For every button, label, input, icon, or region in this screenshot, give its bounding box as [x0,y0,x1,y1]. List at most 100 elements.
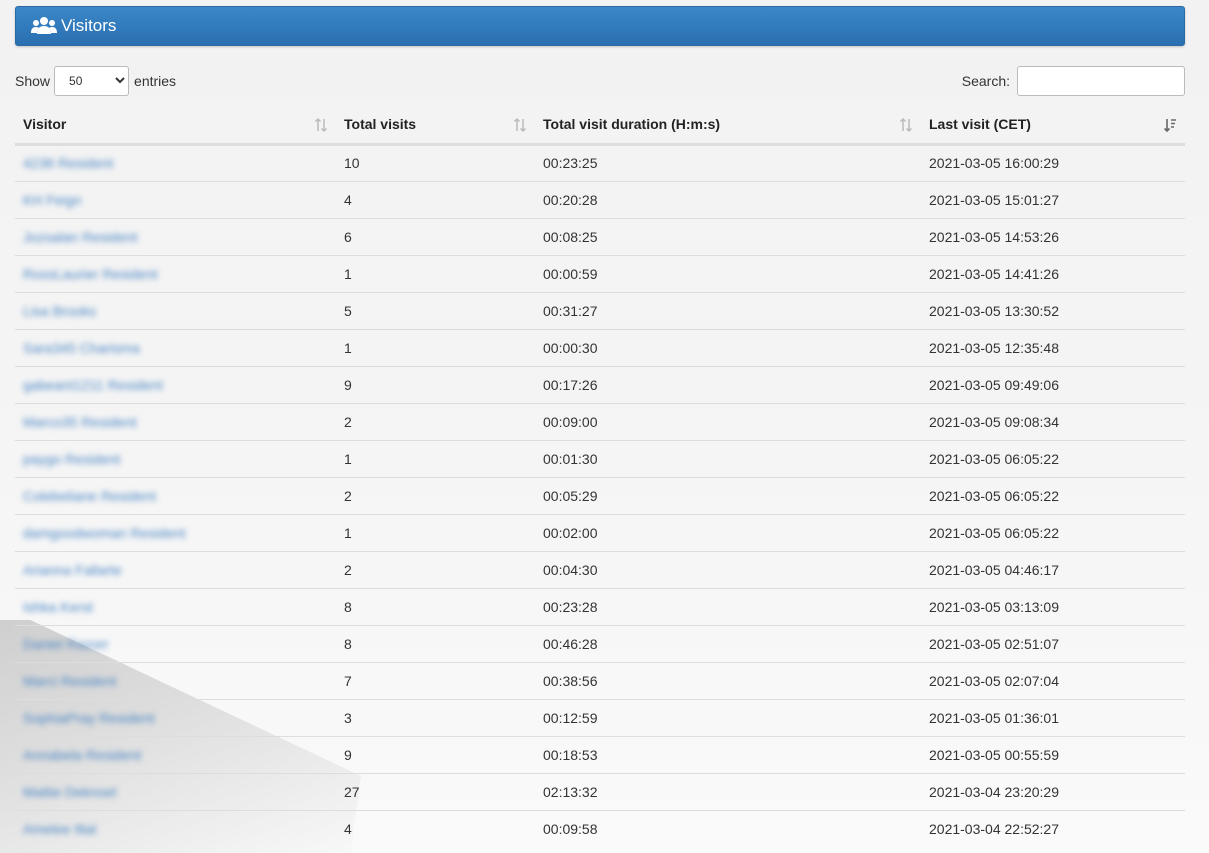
total-visits-cell: 27 [336,772,535,810]
duration-cell: 00:23:25 [543,155,598,171]
last-visit-cell: 2021-03-05 06:05:22 [921,439,1185,477]
visitor-link[interactable]: KH Feign [15,180,336,218]
duration-cell: 00:01:30 [535,439,921,477]
table-row: Jozsalan Resident 6 00:08:25 2021-03-05 14:… [15,217,1185,255]
duration-cell: 00:38:56 [535,661,921,699]
entries-label: entries [134,73,177,89]
last-visit-cell: 2021-03-05 02:07:04 [921,661,1185,699]
last-visit-cell: 2021-03-05 14:41:26 [921,254,1185,292]
duration-cell: 00:05:29 [535,476,921,514]
total-visits-cell: 5 [336,291,535,329]
visitor-link[interactable]: Amelee Iltal [15,809,336,847]
total-visits-cell: 2 [336,550,535,588]
table-row: Marci Resident 7 00:38:56 2021-03-05 02:07:… [15,661,1185,699]
last-visit-cell: 2021-03-05 14:53:26 [921,217,1185,255]
table-row: 4236 Resident 10 00:23:25 2021-03-05 16:00:… [15,144,1185,181]
last-visit-cell: 2021-03-05 09:08:34 [921,402,1185,440]
duration-cell: 00:12:59 [535,698,921,736]
sort-both-icon [314,117,328,133]
total-visits-cell: 2 [336,402,535,440]
visitor-link[interactable]: Jozsalan Resident [15,217,336,255]
total-visits-cell: 9 [336,735,535,773]
search-label: Search: [961,73,1010,89]
total-visits-cell: 8 [336,587,535,625]
visitor-link[interactable]: Mattie Deknoel [15,772,336,810]
column-header-label: Total visits [344,116,417,133]
visitor-link[interactable]: RossLaurier Resident [15,254,336,292]
sort-both-icon [899,117,913,133]
visitor-link[interactable]: SophiaPray Resident [15,698,336,736]
column-header-last-visit[interactable]: Last visit (CET) [921,106,1185,146]
last-visit-cell: 2021-03-04 22:52:27 [921,809,1185,847]
visitor-link[interactable]: Daniel Razorr [15,624,336,662]
table-row: Mattie Deknoel 27 02:13:32 2021-03-04 23:20… [15,772,1185,810]
visitor-link[interactable]: 4236 Resident [15,144,336,181]
table-controls: Show 50 entries Search: [15,66,1185,96]
visitor-link[interactable]: Lisa Brooks [15,291,336,329]
sort-both-icon [513,117,527,133]
table-body: 4236 Resident 10 00:23:25 2021-03-05 16:00:… [15,144,1185,847]
last-visit-cell: 2021-03-05 06:05:22 [921,476,1185,514]
table-row: Annabela Resident 9 00:18:53 2021-03-05 00:… [15,735,1185,773]
users-icon [31,16,57,36]
last-visit-cell: 2021-03-05 01:36:01 [921,698,1185,736]
last-visit-cell: 2021-03-05 16:00:29 [929,155,1059,171]
duration-cell: 00:18:53 [535,735,921,773]
visitor-link[interactable]: Annabela Resident [15,735,336,773]
table-row: SophiaPray Resident 3 00:12:59 2021-03-05 0… [15,698,1185,736]
table-row: KH Feign 4 00:20:28 2021-03-05 15:01:27 [15,180,1185,218]
visitor-link[interactable]: Colebeliane Resident [15,476,336,514]
table-header-row: Visitor Total visits Total visit duratio… [15,106,1185,146]
total-visits-cell: 8 [336,624,535,662]
visitor-link[interactable]: Arianna Fallarte [15,550,336,588]
last-visit-cell: 2021-03-05 09:49:06 [921,365,1185,403]
total-visits-cell: 2 [336,476,535,514]
duration-cell: 00:31:27 [535,291,921,329]
duration-cell: 00:04:30 [535,550,921,588]
visitor-link[interactable]: gabeant1211 Resident [15,365,336,403]
last-visit-cell: 2021-03-05 00:55:59 [921,735,1185,773]
duration-cell: 00:17:26 [535,365,921,403]
total-visits-cell: 4 [336,809,535,847]
column-header-duration[interactable]: Total visit duration (H:m:s) [535,106,921,146]
page-length-select[interactable]: 50 [54,66,130,96]
visitor-link[interactable]: Ishka Kerst [15,587,336,625]
column-header-total-visits[interactable]: Total visits [336,106,535,146]
last-visit-cell: 2021-03-05 12:35:48 [921,328,1185,366]
last-visit-cell: 2021-03-05 02:51:07 [921,624,1185,662]
total-visits-cell: 1 [336,328,535,366]
table-row: Colebeliane Resident 2 00:05:29 2021-03-05 … [15,476,1185,514]
page-length-control: Show 50 entries [15,66,176,96]
duration-cell: 00:00:59 [535,254,921,292]
visitor-link[interactable]: paygo Resident [15,439,336,477]
panel-header: Visitors [15,6,1185,46]
visitor-link[interactable]: Marco35 Resident [15,402,336,440]
search-input[interactable] [1017,66,1185,96]
visitors-table: Visitor Total visits Total visit duratio… [15,106,1185,847]
visitor-link[interactable]: Sara345 Charisma [15,328,336,366]
total-visits-cell: 1 [336,513,535,551]
table-row: Daniel Razorr 8 00:46:28 2021-03-05 02:51:0… [15,624,1185,662]
column-header-visitor[interactable]: Visitor [15,106,336,146]
last-visit-cell: 2021-03-05 06:05:22 [921,513,1185,551]
duration-cell: 00:09:58 [535,809,921,847]
duration-cell: 00:23:28 [535,587,921,625]
show-label: Show [15,73,51,89]
total-visits-cell: 1 [336,439,535,477]
table-row: Sara345 Charisma 1 00:00:30 2021-03-05 12:3… [15,328,1185,366]
table-row: Arianna Fallarte 2 00:04:30 2021-03-05 04:4… [15,550,1185,588]
last-visit-cell: 2021-03-05 15:01:27 [921,180,1185,218]
page-length-wrap: 50 [50,66,134,96]
visitor-link[interactable]: damgoodwoman Resident [15,513,336,551]
column-header-label: Visitor [23,116,67,133]
last-visit-cell: 2021-03-05 04:46:17 [921,550,1185,588]
total-visits-cell: 6 [336,217,535,255]
total-visits-cell: 10 [344,155,360,171]
total-visits-cell: 9 [336,365,535,403]
total-visits-cell: 4 [336,180,535,218]
table-row: damgoodwoman Resident 1 00:02:00 2021-03-05… [15,513,1185,551]
panel-title: Visitors [61,16,117,35]
table-row: Lisa Brooks 5 00:31:27 2021-03-05 13:30:52 [15,291,1185,329]
visitor-link[interactable]: Marci Resident [15,661,336,699]
duration-cell: 00:08:25 [535,217,921,255]
